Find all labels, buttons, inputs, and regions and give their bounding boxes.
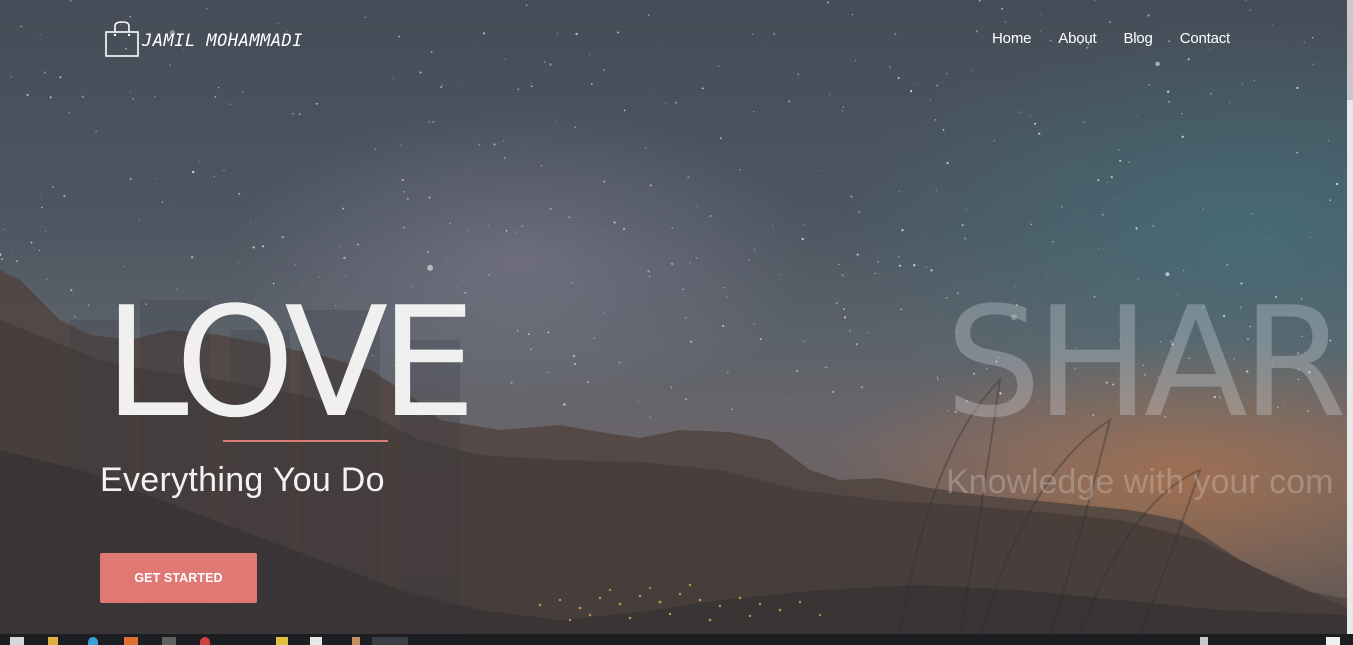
nav-about[interactable]: About <box>1058 30 1096 47</box>
chrome-icon[interactable] <box>200 637 210 645</box>
nav-home[interactable]: Home <box>992 30 1031 47</box>
scrollbar-track[interactable] <box>1347 0 1353 634</box>
next-slide-headline: SHAR <box>945 274 1347 451</box>
start-icon[interactable] <box>10 637 24 645</box>
app-icon[interactable] <box>124 637 138 645</box>
next-slide-subhead: Knowledge with your com <box>946 463 1334 501</box>
volume-icon[interactable] <box>1200 637 1208 645</box>
headline-divider <box>223 440 388 442</box>
brand-logo[interactable]: JAMIL MOHAMMADI <box>104 20 303 58</box>
get-started-button[interactable]: GET STARTED <box>100 553 257 603</box>
active-window-icon[interactable] <box>372 637 408 645</box>
hero-subhead: Everything You Do <box>100 461 385 499</box>
warning-icon[interactable] <box>276 637 288 645</box>
hero-headline: LOVE <box>104 274 476 451</box>
brand-name: JAMIL MOHAMMADI <box>142 31 304 51</box>
document-icon[interactable] <box>310 637 322 645</box>
hero-section: JAMIL MOHAMMADI Home About Blog Contact … <box>0 0 1353 634</box>
os-taskbar <box>0 634 1353 645</box>
nav-contact[interactable]: Contact <box>1180 30 1230 47</box>
scrollbar-thumb[interactable] <box>1347 0 1353 100</box>
main-nav: Home About Blog Contact <box>965 30 1230 47</box>
shopping-bag-icon <box>105 21 139 57</box>
nav-blog[interactable]: Blog <box>1123 30 1152 47</box>
pen-icon[interactable] <box>352 637 360 645</box>
browser-icon[interactable] <box>88 637 98 645</box>
folder-icon[interactable] <box>48 637 58 645</box>
terminal-icon[interactable] <box>162 637 176 645</box>
notification-icon[interactable] <box>1326 637 1340 645</box>
